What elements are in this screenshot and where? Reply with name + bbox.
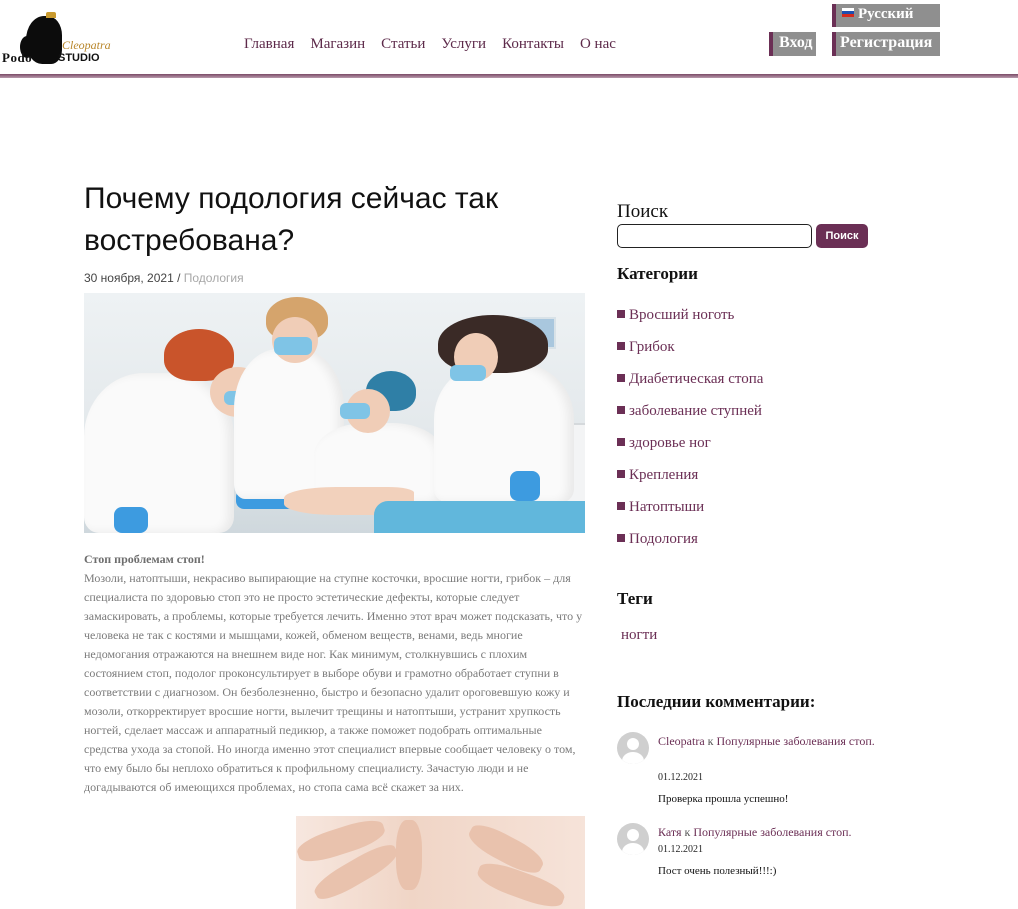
avatar-icon — [617, 732, 649, 764]
category-item[interactable]: Диабетическая стопа — [617, 371, 763, 403]
language-label: Русский — [858, 6, 914, 22]
square-bullet-icon — [617, 342, 625, 350]
nav-contacts[interactable]: Контакты — [502, 36, 564, 53]
category-item[interactable]: Вросший ноготь — [617, 307, 763, 339]
recent-comments-title: Последнии комментарии: — [617, 692, 816, 711]
article-title: Почему подология сейчас так востребована… — [84, 182, 499, 257]
comment-date: 01.12.2021 — [658, 844, 703, 855]
avatar-icon — [617, 823, 649, 855]
category-item[interactable]: заболевание ступней — [617, 403, 763, 435]
search-button[interactable]: Поиск — [816, 224, 868, 248]
comment-post-link[interactable]: Популярные заболевания стоп. — [717, 734, 875, 748]
search-title: Поиск — [617, 201, 669, 222]
article-meta: 30 ноября, 2021 / Подология — [84, 271, 244, 285]
comment-author-link[interactable]: Катя — [658, 825, 681, 839]
article-date: 30 ноября, 2021 / — [84, 271, 181, 285]
tags-title: Теги — [617, 589, 653, 608]
nav-articles[interactable]: Статьи — [381, 36, 425, 53]
square-bullet-icon — [617, 406, 625, 414]
nav-about[interactable]: О нас — [580, 36, 616, 53]
square-bullet-icon — [617, 502, 625, 510]
category-item[interactable]: Крепления — [617, 467, 763, 499]
russian-flag-icon — [842, 8, 854, 17]
square-bullet-icon — [617, 374, 625, 382]
logo-podo: Podo — [2, 50, 33, 65]
tag-link[interactable]: ногти — [621, 627, 657, 644]
square-bullet-icon — [617, 438, 625, 446]
search-input[interactable] — [617, 224, 812, 248]
article-lead: Стоп проблемам стоп! — [84, 552, 205, 566]
article-paragraph: Мозоли, натоптыши, некрасиво выпирающие … — [84, 571, 583, 794]
comment-post-link[interactable]: Популярные заболевания стоп. — [693, 825, 851, 839]
categories-title: Категории — [617, 264, 698, 283]
register-button[interactable]: Регистрация — [832, 32, 940, 56]
category-item[interactable]: Подология — [617, 531, 763, 563]
comment-header: Катя к Популярные заболевания стоп. — [658, 823, 888, 842]
site-header: Cleopatra Podo STUDIO Главная Магазин Ст… — [0, 0, 1018, 78]
square-bullet-icon — [617, 534, 625, 542]
header-divider — [0, 74, 1018, 78]
article-second-image — [296, 816, 585, 909]
comment-text: Пост очень полезный!!!:) — [658, 865, 777, 877]
nav-services[interactable]: Услуги — [441, 36, 486, 53]
article-body: Стоп проблемам стоп! Мозоли, натоптыши, … — [84, 550, 585, 797]
square-bullet-icon — [617, 310, 625, 318]
category-item[interactable]: Натоптыши — [617, 499, 763, 531]
category-item[interactable]: здоровье ног — [617, 435, 763, 467]
square-bullet-icon — [617, 470, 625, 478]
main-nav: Главная Магазин Статьи Услуги Контакты О… — [244, 36, 632, 53]
logo-studio: STUDIO — [58, 52, 100, 64]
nav-home[interactable]: Главная — [244, 36, 294, 53]
article-hero-image — [84, 293, 585, 533]
comment-author-link[interactable]: Cleopatra — [658, 734, 705, 748]
comment-connector: к — [684, 825, 691, 839]
logo-script: Cleopatra — [62, 38, 111, 52]
nav-shop[interactable]: Магазин — [310, 36, 365, 53]
crown-icon — [46, 12, 56, 18]
comment-text: Проверка прошла успешно! — [658, 793, 789, 805]
comment-connector: к — [707, 734, 714, 748]
category-item[interactable]: Грибок — [617, 339, 763, 371]
comment-header: Cleopatra к Популярные заболевания стоп. — [658, 732, 888, 751]
categories-list: Вросший ноготь Грибок Диабетическая стоп… — [617, 307, 763, 563]
site-logo[interactable]: Cleopatra Podo STUDIO — [2, 12, 111, 70]
login-button[interactable]: Вход — [769, 32, 816, 56]
comment-date: 01.12.2021 — [658, 772, 703, 783]
article-category-link[interactable]: Подология — [184, 271, 244, 285]
language-switcher[interactable]: Русский — [832, 4, 940, 27]
